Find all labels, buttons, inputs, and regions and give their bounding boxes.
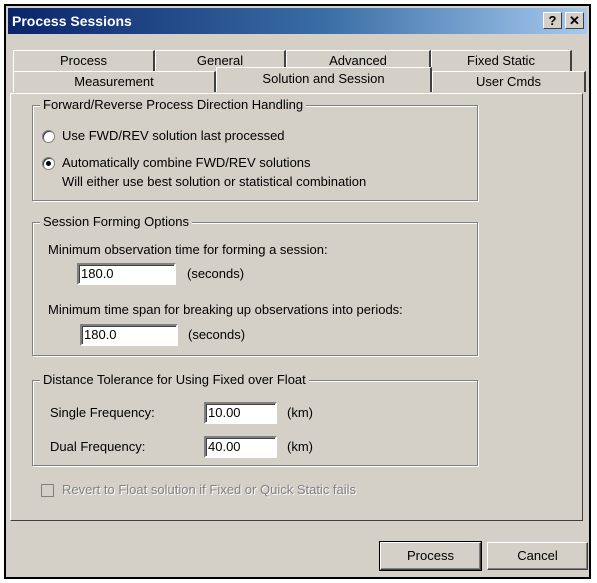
direction-group: Forward/Reverse Process Direction Handli… [32,97,478,201]
session-legend: Session Forming Options [40,214,192,229]
dual-frequency-unit: (km) [287,439,313,454]
min-obs-input[interactable]: 180.0 [77,263,176,285]
session-group: Session Forming Options Minimum observat… [32,214,478,356]
tab-user-cmds[interactable]: User Cmds [432,71,586,92]
min-obs-label: Minimum observation time for forming a s… [48,242,328,257]
close-button[interactable]: ✕ [565,12,584,29]
radio-auto-combine-label[interactable]: Automatically combine FWD/REV solutions [62,155,311,170]
distance-group: Distance Tolerance for Using Fixed over … [32,372,478,466]
auto-combine-note: Will either use best solution or statist… [62,174,367,189]
tab-process[interactable]: Process [13,50,155,71]
single-frequency-input[interactable]: 10.00 [204,402,277,424]
distance-legend: Distance Tolerance for Using Fixed over … [40,372,309,387]
min-span-input[interactable]: 180.0 [80,324,178,346]
process-button[interactable]: Process [379,541,482,571]
dual-frequency-input[interactable]: 40.00 [204,436,277,458]
title-bar[interactable]: Process Sessions ? ✕ [8,8,587,34]
revert-to-float-checkbox[interactable] [41,484,54,497]
tab-fixed-static[interactable]: Fixed Static [431,50,572,71]
tab-panel: Forward/Reverse Process Direction Handli… [10,93,583,521]
tab-solution-and-session[interactable]: Solution and Session [216,67,432,92]
radio-use-last[interactable] [42,130,55,143]
cancel-button[interactable]: Cancel [487,542,588,570]
tab-measurement[interactable]: Measurement [13,71,216,92]
single-frequency-unit: (km) [287,405,313,420]
min-span-label: Minimum time span for breaking up observ… [48,302,403,317]
single-frequency-label: Single Frequency: [50,405,155,420]
min-span-unit: (seconds) [188,327,246,342]
help-button[interactable]: ? [543,12,562,29]
radio-use-last-label[interactable]: Use FWD/REV solution last processed [62,128,285,143]
direction-legend: Forward/Reverse Process Direction Handli… [40,97,307,112]
dual-frequency-label: Dual Frequency: [50,439,146,454]
radio-auto-combine[interactable] [42,157,55,170]
revert-to-float-label: Revert to Float solution if Fixed or Qui… [62,482,357,497]
min-obs-unit: (seconds) [187,266,245,281]
window-title: Process Sessions [12,13,132,29]
